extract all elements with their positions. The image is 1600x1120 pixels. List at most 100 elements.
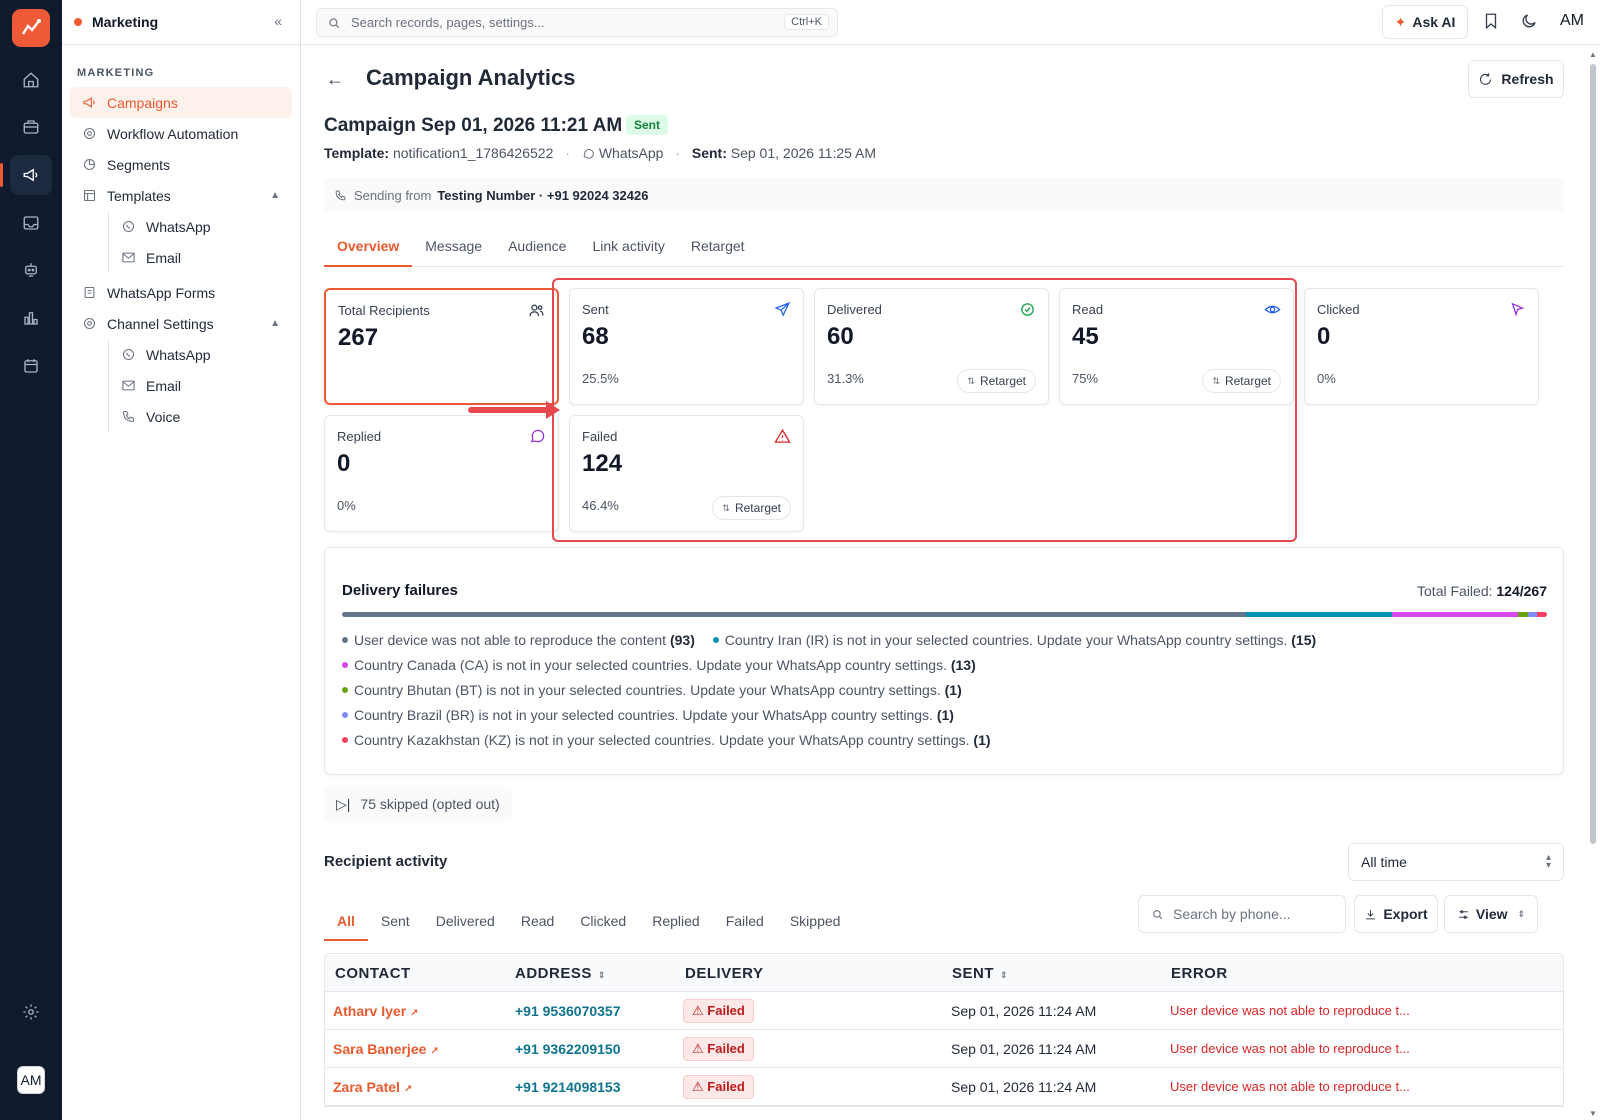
phone-icon [122,410,135,423]
rtab-read[interactable]: Read [508,897,567,941]
stat-card-clicked[interactable]: Clicked 0 0% [1304,288,1539,405]
page-title: Campaign Analytics [366,65,576,90]
sidebar-item-label: WhatsApp [146,346,211,363]
column-header-sent[interactable]: SENT ⇕ [952,965,1008,982]
robot-icon [25,263,37,277]
rtab-skipped[interactable]: Skipped [777,897,854,941]
rtab-delivered[interactable]: Delivered [423,897,508,941]
main-scrollbar[interactable]: ▲ ▼ [1586,48,1600,1120]
stat-label: Replied [337,429,382,444]
scroll-up-icon[interactable]: ▲ [1589,50,1597,59]
sidebar-item-templates[interactable]: Templates ▲ [70,180,292,211]
sidebar-item-channel-email[interactable]: Email [109,370,292,401]
stat-card-failed[interactable]: Failed 124 46.4% ⇅ Retarget [569,415,804,532]
tab-link-activity[interactable]: Link activity [579,225,677,267]
stat-card-delivered[interactable]: Delivered 60 31.3% ⇅ Retarget [814,288,1049,405]
app-logo[interactable] [12,9,50,47]
time-range-select[interactable]: All time ▴ ▾ [1348,843,1564,881]
rail-avatar[interactable]: AM [17,1066,45,1094]
rtab-clicked[interactable]: Clicked [567,897,639,941]
contact-link[interactable]: Sara Banerjee ↗ [333,1041,439,1057]
sidebar-item-channel-voice[interactable]: Voice [109,401,292,432]
failures-legend: User device was not able to reproduce th… [342,628,1552,753]
refresh-button[interactable]: Refresh [1468,60,1564,98]
tab-message[interactable]: Message [412,225,495,267]
sidebar-item-templates-whatsapp[interactable]: WhatsApp [109,211,292,242]
rail-marketing[interactable] [0,155,52,195]
bookmark-button[interactable] [1482,12,1502,32]
collapse-icon[interactable]: « [274,13,282,29]
rail-home[interactable] [10,60,52,100]
rtab-all[interactable]: All [324,897,368,941]
retarget-failed-button[interactable]: ⇅ Retarget [712,496,791,520]
chevron-up-icon[interactable]: ▲ [270,318,280,329]
phone-search-input[interactable]: Search by phone... [1138,895,1346,933]
table-row[interactable]: Zara Patel ↗ +91 9214098153 ⚠ Failed Sep … [325,1068,1563,1106]
contact-link[interactable]: Atharv Iyer ↗ [333,1003,419,1019]
warning-icon: ⚠ [692,1041,708,1056]
table-row[interactable]: Sara Banerjee ↗ +91 9362209150 ⚠ Failed S… [325,1030,1563,1068]
stat-value: 267 [338,324,379,351]
rail-analytics[interactable] [10,298,52,338]
failure-segment [1245,612,1392,617]
retarget-delivered-button[interactable]: ⇅ Retarget [957,369,1036,393]
chevron-up-icon[interactable]: ▲ [270,190,280,201]
tab-overview[interactable]: Overview [324,225,413,267]
stat-card-read[interactable]: Read 45 75% ⇅ Retarget [1059,288,1294,405]
stat-card-replied[interactable]: Replied 0 0% [324,415,559,532]
export-button[interactable]: Export [1354,895,1438,933]
sent-time: Sep 01, 2026 11:24 AM [951,1079,1097,1095]
delivery-status-badge: ⚠ Failed [683,999,754,1023]
sidebar-item-channel-settings[interactable]: Channel Settings ▲ [70,308,292,339]
rail-briefcase[interactable] [10,107,52,147]
rtab-sent[interactable]: Sent [368,897,423,941]
theme-toggle-button[interactable] [1520,12,1540,32]
tab-audience[interactable]: Audience [495,225,579,267]
sent-value: Sep 01, 2026 11:25 AM [730,145,877,161]
rtab-failed[interactable]: Failed [713,897,777,941]
view-options-button[interactable]: View ⇕ [1444,895,1538,933]
annotation-arrow [468,401,560,419]
sidebar-item-templates-email[interactable]: Email [109,242,292,273]
contact-name: Zara Patel [333,1079,400,1095]
global-search-input[interactable]: Search records, pages, settings... Ctrl+… [316,8,838,37]
retarget-read-button[interactable]: ⇅ Retarget [1202,369,1281,393]
sidebar-item-campaigns[interactable]: Campaigns [70,87,292,118]
rail-settings[interactable] [10,992,52,1032]
stat-card-sent[interactable]: Sent 68 25.5% [569,288,804,405]
contact-name: Atharv Iyer [333,1003,407,1019]
rail-inbox[interactable] [10,203,52,243]
sidebar-item-whatsapp-forms[interactable]: WhatsApp Forms [70,277,292,308]
retarget-icon: ⇅ [967,375,975,386]
column-header-address[interactable]: ADDRESS ⇕ [515,965,606,982]
gear-icon [23,1004,39,1020]
sort-icon: ⇕ [1000,970,1009,980]
tab-retarget[interactable]: Retarget [678,225,758,267]
legend-text: Country Iran (IR) is not in your selecte… [724,632,1288,648]
sidebar-item-workflow-automation[interactable]: Workflow Automation [70,118,292,149]
scroll-down-icon[interactable]: ▼ [1589,1109,1597,1118]
rtab-replied[interactable]: Replied [639,897,712,941]
sidebar-item-channel-whatsapp[interactable]: WhatsApp [109,339,292,370]
stat-value: 0 [1317,323,1331,350]
check-circle-icon [1019,301,1036,318]
address-link[interactable]: +91 9362209150 [515,1041,621,1057]
sidebar-header: Marketing « [62,0,300,45]
table-row[interactable]: Atharv Iyer ↗ +91 9536070357 ⚠ Failed Sep… [325,992,1563,1030]
stat-card-total-recipients[interactable]: Total Recipients 267 [324,288,559,405]
skipped-text: 75 skipped (opted out) [360,796,500,812]
warning-icon: ⚠ [692,1003,708,1018]
rail-calendar[interactable] [10,346,52,386]
back-arrow-icon[interactable]: ← [326,69,344,90]
scrollbar-thumb[interactable] [1590,64,1596,844]
contact-link[interactable]: Zara Patel ↗ [333,1079,412,1095]
address-link[interactable]: +91 9536070357 [515,1003,621,1019]
legend-text: Country Bhutan (BT) is not in your selec… [354,682,941,698]
address-link[interactable]: +91 9214098153 [515,1079,621,1095]
sidebar-nav: Campaigns Workflow Automation Segments T… [62,87,300,432]
sidebar-item-label: Workflow Automation [107,125,239,142]
rail-automation[interactable] [10,250,52,290]
user-avatar[interactable]: AM [1560,12,1584,30]
sidebar-item-segments[interactable]: Segments [70,149,292,180]
ask-ai-button[interactable]: ✦ Ask AI [1382,5,1468,39]
